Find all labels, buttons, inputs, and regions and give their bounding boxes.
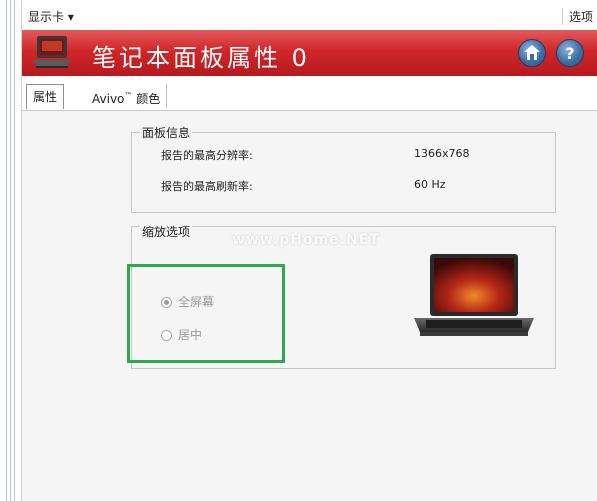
highlight-frame — [127, 264, 285, 363]
max-resolution-value: 1366x768 — [414, 147, 470, 160]
display-card-menu[interactable]: 显示卡 ▾ — [28, 8, 74, 25]
help-button[interactable]: ? — [556, 39, 584, 67]
page-title: 笔记本面板属性 0 — [92, 44, 310, 72]
panel-info-title: 面板信息 — [140, 124, 193, 141]
tab-color-label: 颜色 — [132, 92, 161, 106]
svg-text:?: ? — [565, 44, 574, 63]
page: 显示卡 ▾ 选项 笔记本面板属性 0 ? 属性 Avivo™ 颜色 面板信息 报… — [0, 0, 597, 501]
panel-info-group: 面板信息 报告的最高分辨率: 1366x768 报告的最高刷新率: 60 Hz — [131, 124, 556, 213]
tab-properties[interactable]: 属性 — [26, 84, 65, 109]
laptop-preview-image — [414, 254, 534, 336]
home-button[interactable] — [518, 39, 546, 67]
laptop-icon — [33, 36, 71, 68]
watermark: www.pHome.NET — [232, 232, 380, 248]
tab-avivo-label: Avivo — [92, 92, 125, 106]
window-border-line — [10, 0, 11, 501]
scaling-options-title: 缩放选项 — [140, 223, 193, 240]
tab-avivo-color[interactable]: Avivo™ 颜色 — [86, 84, 168, 108]
max-refresh-value: 60 Hz — [414, 178, 446, 191]
options-menu[interactable]: 选项 — [561, 8, 593, 25]
max-resolution-label: 报告的最高分辨率: — [161, 149, 253, 162]
header-banner: 笔记本面板属性 0 ? — [22, 30, 597, 76]
window-border-line — [14, 0, 15, 501]
window-border-line — [6, 0, 7, 501]
menu-bar: 显示卡 ▾ 选项 — [22, 0, 597, 31]
help-icon: ? — [565, 44, 574, 63]
tab-bar: 属性 Avivo™ 颜色 — [22, 80, 597, 111]
max-refresh-label: 报告的最高刷新率: — [161, 180, 253, 193]
home-icon — [524, 45, 540, 60]
